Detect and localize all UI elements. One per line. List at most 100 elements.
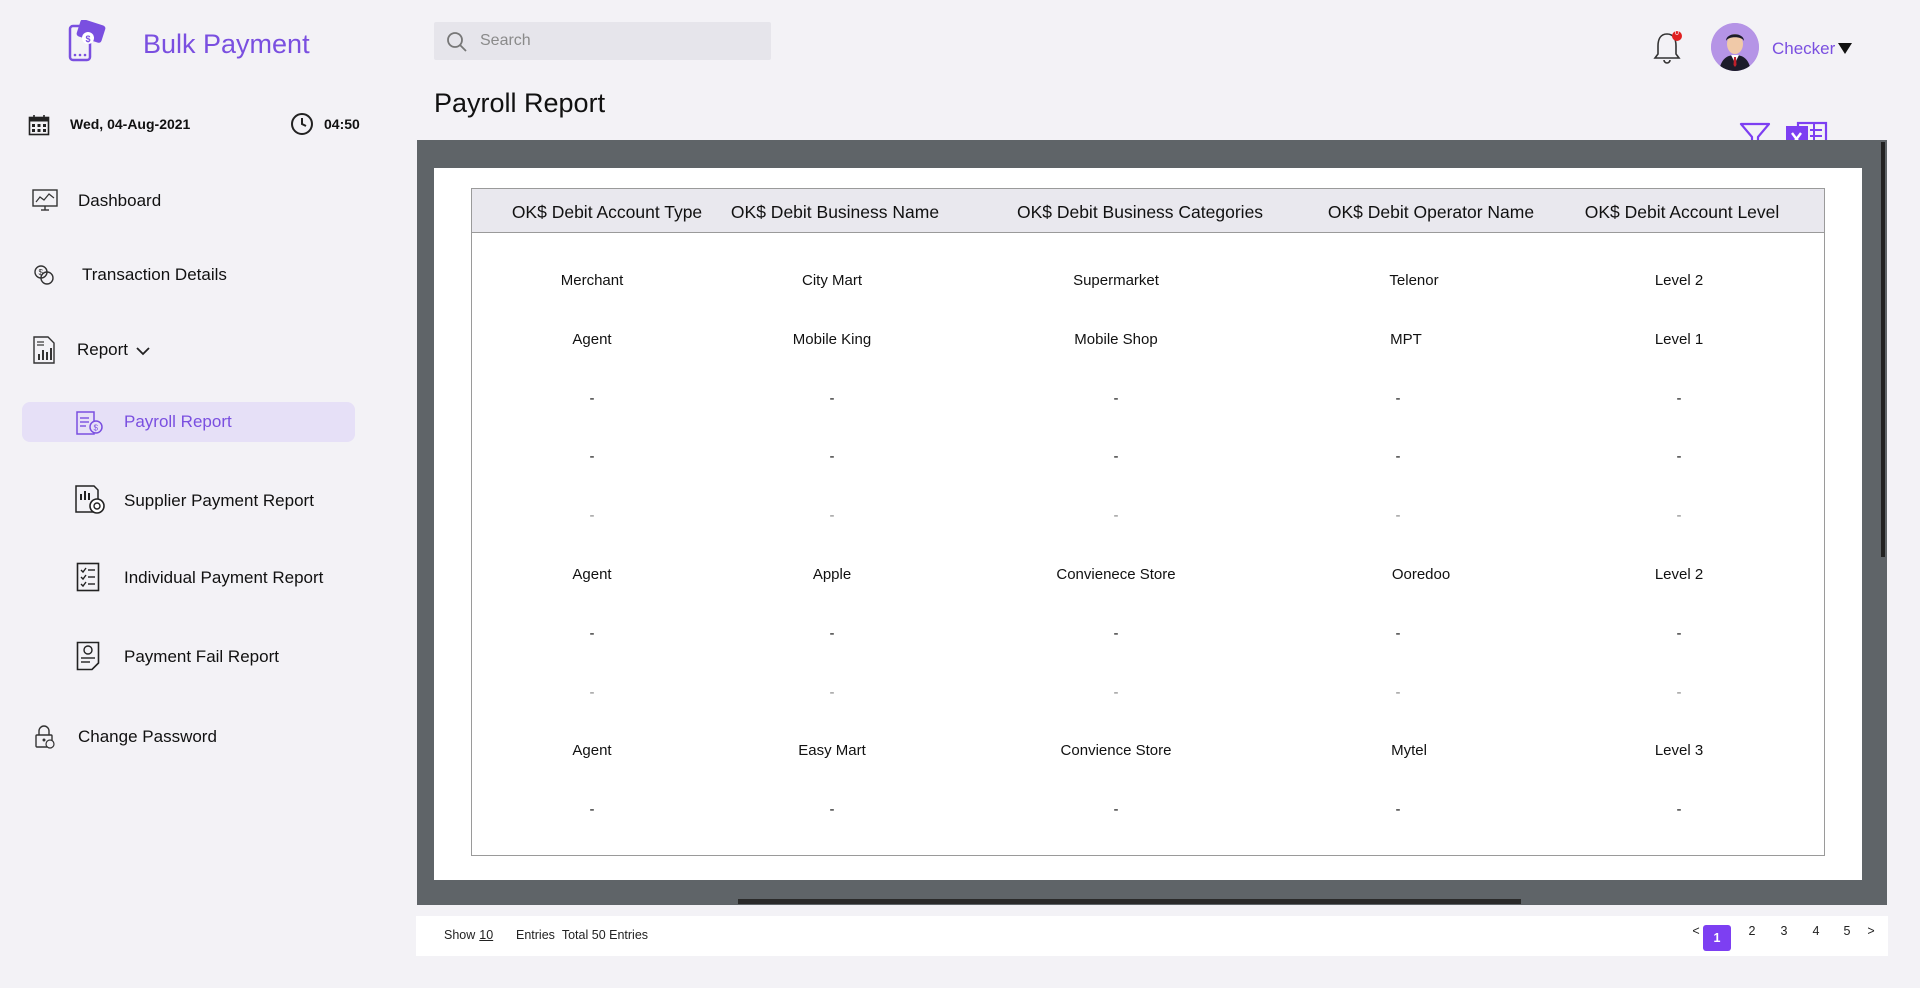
- sidebar-item-individual-payment-report[interactable]: Individual Payment Report: [0, 558, 360, 598]
- vertical-scrollbar-thumb[interactable]: [1881, 142, 1885, 557]
- table-cell: Agent: [572, 566, 612, 583]
- table-cell: -: [1113, 683, 1119, 701]
- table-row[interactable]: -----: [472, 390, 1824, 410]
- table-row[interactable]: Merchant City Mart Supermarket Telenor Level…: [472, 272, 1824, 292]
- table-cell: -: [589, 683, 595, 701]
- table-cell: -: [1113, 624, 1119, 642]
- table-cell: -: [829, 624, 835, 642]
- page-button-4[interactable]: 4: [1813, 924, 1820, 938]
- show-entries: Show 10: [444, 928, 494, 942]
- table-row[interactable]: -----: [472, 507, 1824, 527]
- next-page-button[interactable]: >: [1867, 924, 1874, 938]
- search-icon: [447, 32, 467, 52]
- table-row[interactable]: Agent Mobile King Mobile Shop MPT Level 1: [472, 331, 1824, 351]
- table-cell: -: [829, 389, 835, 407]
- sidebar-item-label: Individual Payment Report: [124, 568, 324, 587]
- chevron-down-icon: [136, 346, 150, 355]
- page-button-3[interactable]: 3: [1781, 924, 1788, 938]
- table-cell: -: [1676, 801, 1682, 819]
- table-cell: Apple: [812, 566, 852, 583]
- sidebar-item-label: Change Password: [78, 727, 217, 746]
- search-input[interactable]: [480, 22, 760, 60]
- table-cell: Mobile King: [792, 330, 872, 348]
- table-cell: -: [1395, 507, 1401, 525]
- sidebar-item-payment-fail-report[interactable]: Payment Fail Report: [0, 637, 360, 677]
- column-header-business-categories[interactable]: OK$ Debit Business Categories: [1017, 202, 1263, 223]
- table-row[interactable]: Agent Apple Convienece Store Ooredoo Level 2: [472, 566, 1824, 586]
- table-cell: -: [589, 624, 595, 642]
- sidebar-item-label: Payment Fail Report: [124, 647, 279, 666]
- table-cell: -: [1395, 624, 1401, 642]
- table-cell: Ooredoo: [1391, 566, 1451, 583]
- table-cell: City Mart: [802, 272, 862, 289]
- avatar[interactable]: [1711, 23, 1759, 71]
- current-time: 04:50: [324, 116, 360, 132]
- table-cell: Supermarket: [1073, 272, 1159, 289]
- sidebar-item-report[interactable]: Report: [0, 330, 360, 370]
- notification-button[interactable]: 0: [1651, 30, 1685, 71]
- user-avatar-icon: [1711, 23, 1759, 71]
- column-header-operator-name[interactable]: OK$ Debit Operator Name: [1328, 202, 1534, 223]
- table-cell: -: [1113, 389, 1119, 407]
- table-cell: Convienece Store: [1056, 566, 1176, 583]
- horizontal-scrollbar-thumb[interactable]: [738, 899, 1521, 904]
- page-button-5[interactable]: 5: [1844, 924, 1851, 938]
- table-row[interactable]: Agent Easy Mart Convience Store Mytel Level …: [472, 742, 1824, 762]
- table-cell: -: [1113, 801, 1119, 819]
- sidebar-item-label: Transaction Details: [82, 265, 227, 284]
- table-cell: -: [1113, 507, 1119, 525]
- table-cell: Level 2: [1654, 272, 1704, 289]
- user-name[interactable]: Checker: [1772, 39, 1835, 59]
- table-row[interactable]: -----: [472, 625, 1824, 645]
- sidebar-item-label: Supplier Payment Report: [124, 491, 314, 510]
- table-cell: Convience Store: [1060, 742, 1172, 760]
- entries-summary: Entries Total 50 Entries: [516, 928, 649, 942]
- fail-report-icon: [76, 641, 100, 671]
- sidebar-item-supplier-payment-report[interactable]: Supplier Payment Report: [0, 481, 360, 521]
- prev-page-button[interactable]: <: [1692, 924, 1699, 938]
- table-cell: -: [1676, 683, 1682, 701]
- table-row[interactable]: -----: [472, 448, 1824, 468]
- individual-report-icon: [76, 562, 100, 592]
- table-cell: -: [589, 448, 595, 466]
- table-cell: -: [1395, 801, 1401, 819]
- table-row[interactable]: -----: [472, 801, 1824, 821]
- bulk-payment-logo-icon: $: [68, 20, 106, 62]
- calendar-icon: [28, 115, 50, 136]
- report-icon: [33, 336, 55, 364]
- table-header: OK$ Debit Account Type OK$ Debit Busines…: [472, 189, 1824, 233]
- table-cell: Level 2: [1654, 566, 1704, 583]
- sidebar-item-dashboard[interactable]: Dashboard: [0, 181, 360, 221]
- table-cell: -: [829, 683, 835, 701]
- table-cell: -: [829, 507, 835, 525]
- table-cell: -: [1676, 507, 1682, 525]
- caret-down-icon[interactable]: [1838, 43, 1852, 54]
- supplier-report-icon: [75, 485, 105, 514]
- sidebar-item-label: Payroll Report: [124, 412, 232, 431]
- table-cell: -: [1676, 389, 1682, 407]
- total-entries: Total 50 Entries: [561, 928, 649, 942]
- dashboard-icon: [32, 189, 58, 211]
- sidebar-item-change-password[interactable]: Change Password: [0, 717, 360, 757]
- page-size-select[interactable]: 10: [479, 928, 493, 942]
- column-header-account-level[interactable]: OK$ Debit Account Level: [1585, 202, 1780, 223]
- page-button-2[interactable]: 2: [1749, 924, 1756, 938]
- sidebar: $ Bulk Payment Wed, 04-Aug-2021 04:50 Da…: [0, 0, 380, 988]
- sidebar-item-label: Dashboard: [78, 191, 162, 210]
- table-cell: -: [1395, 389, 1401, 407]
- table-cell: Agent: [572, 330, 612, 348]
- table-cell: Level 3: [1654, 742, 1704, 760]
- svg-text:$: $: [86, 34, 91, 44]
- sidebar-item-transaction-details[interactable]: $ Transaction Details: [0, 255, 360, 295]
- page-button-1[interactable]: 1: [1703, 925, 1731, 951]
- column-header-business-name[interactable]: OK$ Debit Business Name: [731, 202, 939, 223]
- table-cell: MPT: [1390, 330, 1422, 348]
- column-header-account-type[interactable]: OK$ Debit Account Type: [512, 202, 702, 223]
- lock-icon: [35, 725, 55, 749]
- search-bar[interactable]: [434, 22, 771, 60]
- table-cell: Mobile Shop: [1074, 330, 1158, 348]
- table-row[interactable]: -----: [472, 684, 1824, 704]
- sidebar-item-payroll-report[interactable]: $ Payroll Report: [0, 402, 360, 442]
- table-cell: -: [1113, 448, 1119, 466]
- svg-text:$: $: [39, 268, 44, 277]
